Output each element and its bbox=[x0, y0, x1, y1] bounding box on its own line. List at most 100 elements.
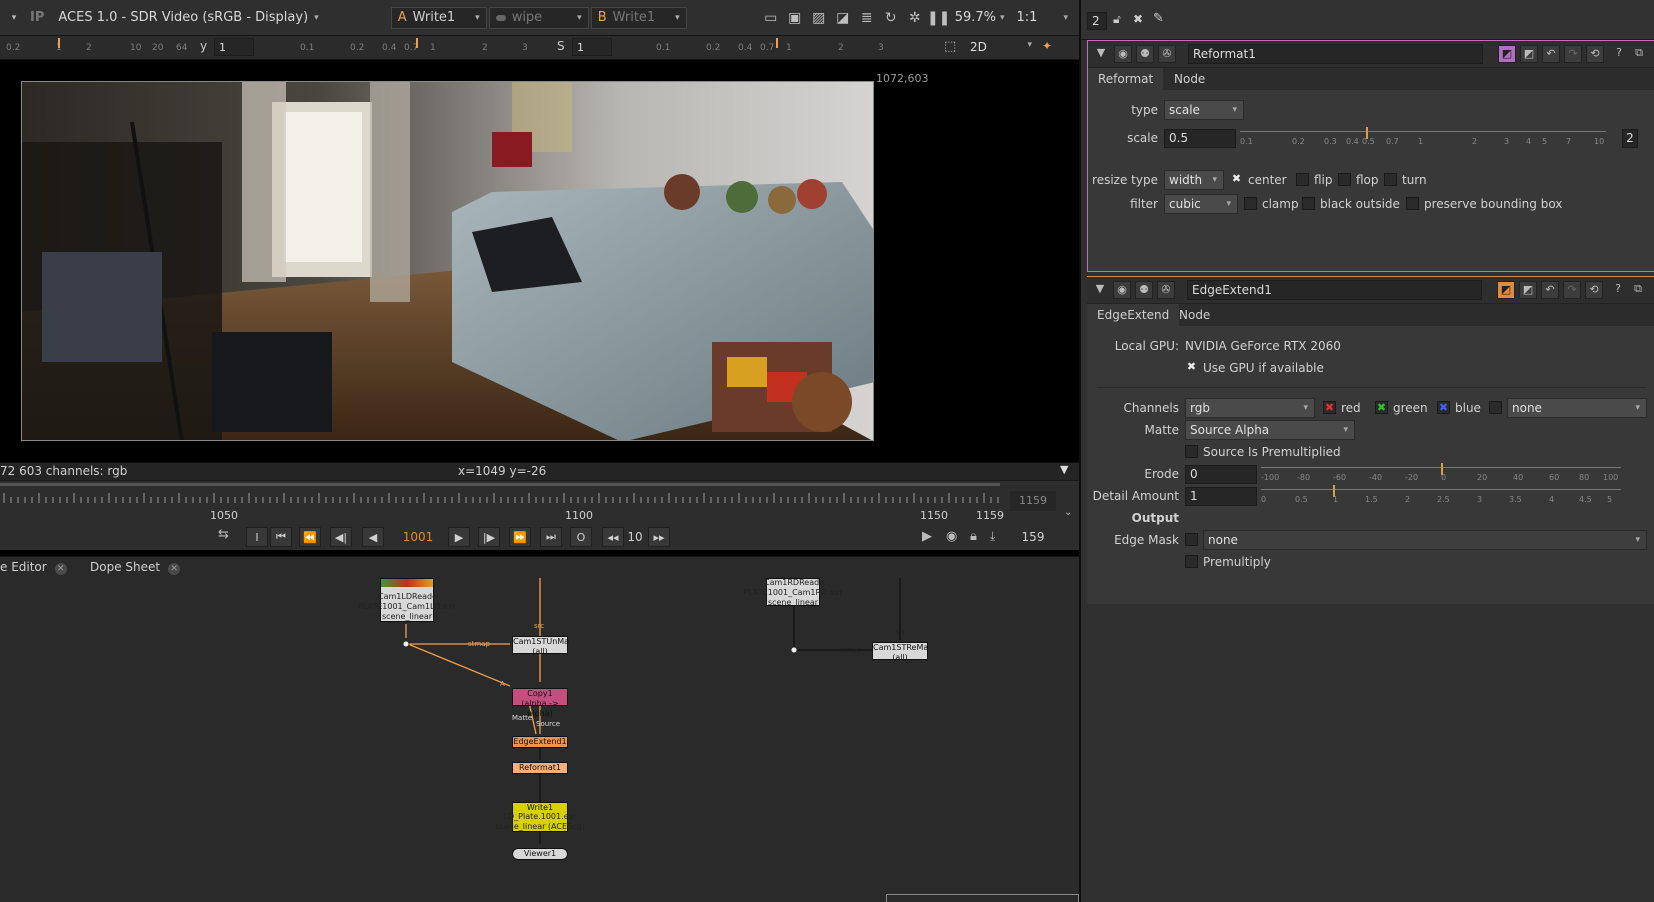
flipbook-icon[interactable]: ▶ bbox=[922, 529, 932, 544]
float-icon[interactable]: ⧉ bbox=[1630, 45, 1648, 63]
node-reformat1[interactable]: Reformat1 bbox=[512, 762, 568, 774]
next-keyframe-icon[interactable]: ⏩ bbox=[509, 527, 531, 547]
node-graph[interactable]: Cam1LDReade PLATE1001_Cam1LD.exr scene_l… bbox=[0, 578, 1079, 902]
lock-icon[interactable]: 🔒︎ bbox=[970, 529, 977, 544]
node-name-field[interactable]: EdgeExtend1 bbox=[1187, 280, 1482, 300]
node-icon[interactable]: ⚉ bbox=[1135, 281, 1153, 299]
redo-icon[interactable]: ↷ bbox=[1563, 281, 1581, 299]
source-premult-checkbox[interactable] bbox=[1185, 445, 1198, 458]
matte-dropdown[interactable]: Source Alpha ▾ bbox=[1185, 420, 1355, 440]
revert-icon[interactable]: ⟲ bbox=[1585, 281, 1603, 299]
color-swatch-icon[interactable]: ◩ bbox=[1497, 281, 1515, 299]
close-all-icon[interactable]: ✖ bbox=[1133, 12, 1143, 26]
channels-dropdown[interactable]: rgb ▾ bbox=[1185, 398, 1315, 418]
turn-checkbox[interactable] bbox=[1384, 173, 1397, 186]
collapse-icon[interactable]: ▼ bbox=[1092, 45, 1110, 63]
ip-toggle[interactable]: IP bbox=[30, 6, 44, 30]
range-end-field[interactable]: 159 bbox=[1010, 527, 1056, 547]
float-icon[interactable]: ⧉ bbox=[1629, 281, 1647, 299]
menu-caret-icon[interactable]: ▾ bbox=[4, 8, 24, 28]
input-a-dropdown[interactable]: A Write1 ▾ bbox=[390, 6, 487, 29]
alpha-checkbox[interactable] bbox=[1489, 401, 1502, 414]
viewer-viewport[interactable]: 1072,603 bbox=[0, 60, 1079, 462]
node-icon[interactable]: ⚉ bbox=[1136, 45, 1154, 63]
color-swatch-icon[interactable]: ◩ bbox=[1498, 45, 1516, 63]
edge-mask-dropdown[interactable]: none ▾ bbox=[1203, 530, 1647, 550]
navigator-box[interactable] bbox=[886, 894, 1079, 902]
edge-mask-checkbox[interactable] bbox=[1185, 533, 1198, 546]
tab-curve-editor[interactable]: e Editor ✕ bbox=[0, 560, 67, 575]
play-forward-icon[interactable]: ▶ bbox=[448, 527, 470, 547]
node-cam1st-remap[interactable]: Cam1STReMa (all) bbox=[872, 642, 928, 662]
stripes-icon[interactable]: ▨ bbox=[809, 8, 829, 28]
region-icon[interactable]: ▭ bbox=[761, 8, 781, 28]
preserve-bbox-checkbox[interactable] bbox=[1406, 197, 1419, 210]
clamp-checkbox[interactable] bbox=[1244, 197, 1257, 210]
frame-slider[interactable]: 1050 1100 1150 1159 bbox=[0, 483, 1004, 522]
gain-field[interactable]: 1 bbox=[214, 38, 254, 56]
tab-node[interactable]: Node bbox=[1164, 68, 1215, 90]
gain-slider-handle[interactable] bbox=[58, 38, 60, 48]
max-panels-field[interactable]: 2 bbox=[1087, 12, 1107, 30]
ratio-dropdown[interactable]: 1:1 ▾ bbox=[1017, 6, 1068, 30]
pointer-icon[interactable]: ✦ bbox=[1042, 39, 1052, 53]
out-point-button[interactable]: O bbox=[570, 527, 592, 547]
pen-icon[interactable]: ✎ bbox=[1153, 11, 1164, 26]
undo-icon[interactable]: ↶ bbox=[1542, 45, 1560, 63]
node-copy1[interactable]: Copy1 (alpha -> alpha) bbox=[512, 688, 568, 718]
gear-icon[interactable]: ✲ bbox=[905, 8, 925, 28]
view-mode-dropdown[interactable]: 2D ▾ bbox=[970, 40, 1032, 54]
lock-icon[interactable]: 🔓︎ bbox=[1113, 12, 1121, 27]
gamma-handle[interactable] bbox=[776, 38, 778, 48]
use-gpu-checkbox[interactable]: ✖ bbox=[1185, 361, 1198, 374]
pause-icon[interactable]: ❚❚ bbox=[927, 8, 950, 28]
black-outside-checkbox[interactable] bbox=[1302, 197, 1315, 210]
node-name-field[interactable]: Reformat1 bbox=[1188, 44, 1483, 64]
color-swatch-icon[interactable]: ◩ bbox=[1520, 45, 1538, 63]
tab-reformat[interactable]: Reformat bbox=[1088, 68, 1164, 90]
next-frame-icon[interactable]: |▶ bbox=[478, 527, 500, 547]
range-icon[interactable]: ⤓ bbox=[990, 529, 995, 544]
colorspace-dropdown[interactable]: ACES 1.0 - SDR Video (sRGB - Display) ▾ bbox=[58, 6, 318, 30]
overlay-icon[interactable]: ◪ bbox=[833, 8, 853, 28]
gamma-ruler[interactable]: 0.1 0.2 0.4 0.7 1 2 3 bbox=[616, 36, 916, 60]
detail-field[interactable]: 1 bbox=[1185, 487, 1257, 506]
help-icon[interactable]: ? bbox=[1610, 45, 1628, 63]
chevron-down-icon[interactable]: ⌄ bbox=[1064, 507, 1072, 518]
last-frame-icon[interactable]: ⏭ bbox=[540, 527, 562, 547]
erode-slider[interactable]: -100 -80 -60 -40 -20 0 20 40 60 80 100 bbox=[1261, 463, 1621, 483]
node-viewer1[interactable]: Viewer1 bbox=[512, 848, 568, 860]
flop-checkbox[interactable] bbox=[1338, 173, 1351, 186]
record-icon[interactable]: ◉ bbox=[946, 529, 957, 544]
in-point-button[interactable]: I bbox=[246, 527, 268, 547]
end-frame-box[interactable]: 1159 bbox=[1010, 491, 1056, 511]
zoom-dropdown[interactable]: 59.7% ▾ bbox=[955, 6, 1005, 30]
roi-icon[interactable]: ⬚ bbox=[944, 39, 956, 54]
first-frame-icon[interactable]: ⏮ bbox=[270, 527, 292, 547]
gain-mid-handle[interactable] bbox=[416, 38, 418, 48]
resize-type-dropdown[interactable]: width ▾ bbox=[1164, 170, 1224, 190]
type-dropdown[interactable]: scale ▾ bbox=[1164, 100, 1244, 120]
tab-edgeextend[interactable]: EdgeExtend bbox=[1087, 304, 1180, 326]
wrench-icon[interactable]: ✇ bbox=[1158, 45, 1176, 63]
center-checkbox[interactable]: ✖ bbox=[1230, 173, 1243, 186]
prev-keyframe-icon[interactable]: ⏪ bbox=[299, 527, 321, 547]
green-checkbox[interactable]: ✖ bbox=[1375, 401, 1388, 414]
frame-icon[interactable]: ▣ bbox=[785, 8, 805, 28]
red-checkbox[interactable]: ✖ bbox=[1323, 401, 1336, 414]
close-icon[interactable]: ✕ bbox=[54, 563, 67, 575]
scale-field[interactable]: 0.5 bbox=[1164, 129, 1236, 148]
current-frame-field[interactable]: 1001 bbox=[396, 527, 440, 547]
node-edgeextend1[interactable]: EdgeExtend1 bbox=[512, 736, 568, 748]
redo-icon[interactable]: ↷ bbox=[1564, 45, 1582, 63]
wrench-icon[interactable]: ✇ bbox=[1157, 281, 1175, 299]
view-icon[interactable]: ◉ bbox=[1114, 45, 1132, 63]
tab-node[interactable]: Node bbox=[1169, 304, 1220, 326]
detail-slider[interactable]: 0 0.5 1 1.5 2 2.5 3 3.5 4 4.5 5 bbox=[1261, 485, 1621, 505]
close-icon[interactable]: ✕ bbox=[168, 563, 181, 575]
gain-ruler-mid[interactable]: 0.1 0.2 0.4 0.7 1 2 3 bbox=[260, 36, 560, 60]
filter-dropdown[interactable]: cubic ▾ bbox=[1164, 194, 1238, 214]
color-swatch-icon[interactable]: ◩ bbox=[1519, 281, 1537, 299]
step-forward-icon[interactable]: ▸▸ bbox=[648, 527, 670, 547]
chevron-down-icon[interactable]: ▼ bbox=[1060, 463, 1068, 476]
